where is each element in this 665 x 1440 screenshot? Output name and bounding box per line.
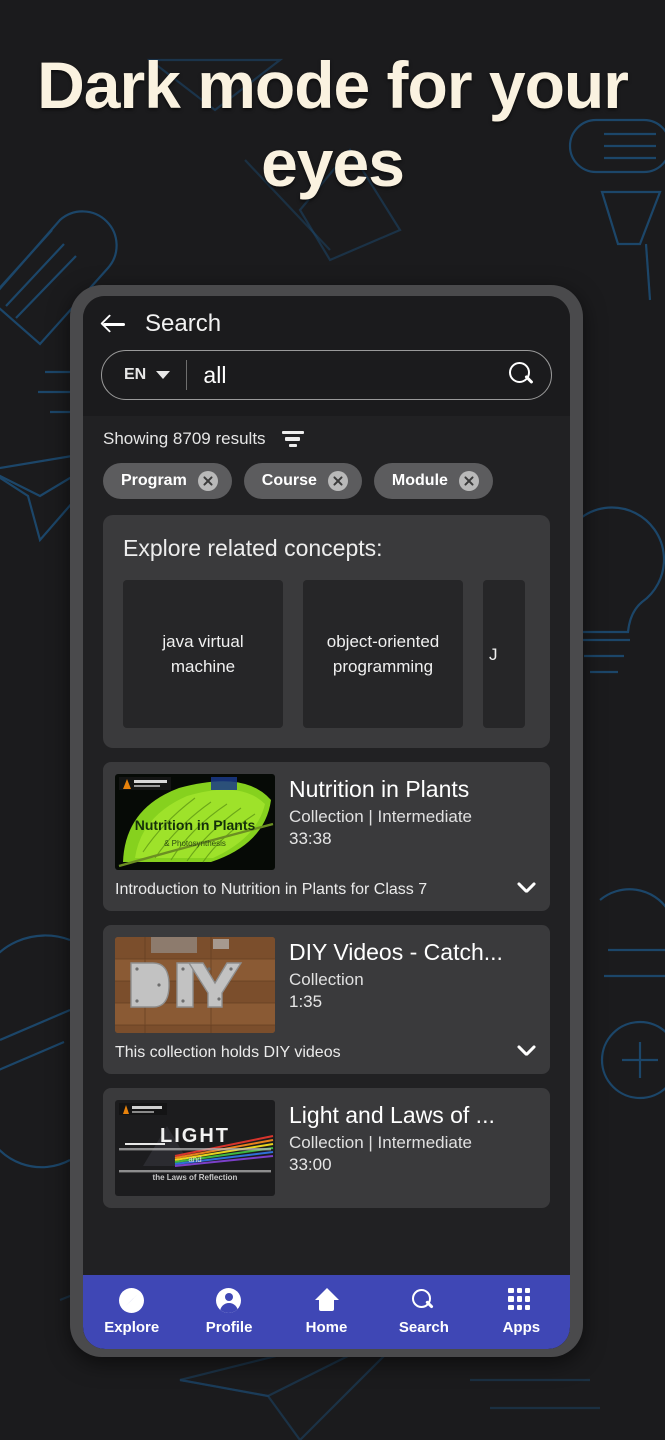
nav-label: Apps bbox=[502, 1319, 541, 1336]
result-duration: 33:00 bbox=[289, 1155, 332, 1174]
related-concepts-panel: Explore related concepts: java virtual m… bbox=[103, 515, 550, 748]
screen-title: Search bbox=[145, 310, 222, 337]
result-subtitle: Collection | Intermediate bbox=[289, 1133, 473, 1152]
app-header: Search EN bbox=[83, 296, 570, 416]
page-title: Dark mode for your eyes bbox=[37, 48, 629, 200]
nav-item-apps[interactable]: Apps bbox=[473, 1288, 570, 1336]
filter-chip-program[interactable]: Program bbox=[103, 463, 232, 499]
svg-text:Nutrition in Plants: Nutrition in Plants bbox=[135, 817, 256, 833]
language-label: EN bbox=[124, 366, 147, 383]
bottom-navigation-bar: Explore Profile Home Search Apps bbox=[83, 1275, 570, 1349]
result-title: DIY Videos - Catch... bbox=[289, 939, 503, 965]
person-icon bbox=[216, 1288, 242, 1314]
result-description: Introduction to Nutrition in Plants for … bbox=[115, 881, 428, 898]
phone-screen: Search EN Showing 8709 results bbox=[83, 296, 570, 1349]
language-selector[interactable]: EN bbox=[102, 351, 186, 399]
result-title: Nutrition in Plants bbox=[289, 776, 470, 802]
chip-label: Program bbox=[121, 472, 187, 489]
svg-text:and: and bbox=[188, 1155, 201, 1164]
concept-tile[interactable]: java virtual machine bbox=[123, 580, 283, 728]
chip-label: Course bbox=[261, 472, 317, 489]
result-subtitle: Collection | Intermediate bbox=[289, 807, 473, 826]
nav-label: Search bbox=[398, 1319, 449, 1336]
chevron-down-icon bbox=[156, 371, 171, 379]
close-circle-icon[interactable] bbox=[197, 471, 218, 491]
diy-metal-letters-wood-thumbnail bbox=[115, 937, 275, 1033]
result-description: This collection holds DIY videos bbox=[115, 1044, 341, 1061]
close-circle-icon[interactable] bbox=[458, 471, 479, 491]
close-circle-icon[interactable] bbox=[327, 471, 348, 491]
result-subtitle: Collection bbox=[289, 970, 364, 989]
nav-item-profile[interactable]: Profile bbox=[180, 1288, 277, 1336]
search-icon[interactable] bbox=[509, 362, 535, 388]
back-arrow-icon[interactable] bbox=[101, 313, 127, 335]
svg-text:the Laws of Reflection: the Laws of Reflection bbox=[153, 1173, 238, 1182]
nav-label: Profile bbox=[205, 1319, 253, 1336]
filter-chip-module[interactable]: Module bbox=[373, 463, 493, 499]
result-card[interactable]: DIY Videos - Catch... Collection 1:35 Th… bbox=[103, 925, 550, 1074]
filter-icon[interactable] bbox=[281, 431, 304, 447]
filter-chip-list: Program Course Module bbox=[83, 449, 570, 499]
results-meta-row: Showing 8709 results bbox=[83, 416, 570, 449]
svg-text:& Photosynthesis: & Photosynthesis bbox=[164, 839, 226, 848]
filter-chip-course[interactable]: Course bbox=[243, 463, 362, 499]
search-bar[interactable]: EN bbox=[101, 350, 552, 400]
nav-label: Explore bbox=[104, 1319, 160, 1336]
light-prism-rainbow-thumbnail: LIGHT and the Laws of Reflection bbox=[115, 1100, 275, 1196]
concept-tile[interactable]: object-oriented programming bbox=[303, 580, 463, 728]
nav-item-explore[interactable]: Explore bbox=[83, 1288, 180, 1336]
result-card[interactable]: LIGHT and the Laws of Reflection Light a… bbox=[103, 1088, 550, 1208]
phone-mockup-frame: Search EN Showing 8709 results bbox=[70, 285, 583, 1357]
compass-icon bbox=[118, 1288, 145, 1314]
grid-apps-icon bbox=[508, 1288, 534, 1314]
nutrition-in-plants-leaf-thumbnail: Nutrition in Plants & Photosynthesis bbox=[115, 774, 275, 870]
nav-item-home[interactable]: Home bbox=[278, 1288, 375, 1336]
results-scroll-area[interactable]: Showing 8709 results Program Course Modu… bbox=[83, 416, 570, 1349]
results-count-label: Showing 8709 results bbox=[103, 429, 266, 448]
chevron-down-icon[interactable] bbox=[516, 1047, 538, 1060]
result-card[interactable]: Nutrition in Plants & Photosynthesis Nut… bbox=[103, 762, 550, 911]
concept-tile[interactable]: J bbox=[483, 580, 525, 728]
chip-label: Module bbox=[391, 472, 448, 489]
svg-text:LIGHT: LIGHT bbox=[160, 1125, 230, 1147]
chevron-down-icon[interactable] bbox=[516, 884, 538, 897]
result-duration: 1:35 bbox=[289, 992, 323, 1011]
search-input[interactable] bbox=[187, 361, 509, 389]
nav-label: Home bbox=[305, 1319, 348, 1336]
search-icon bbox=[411, 1288, 437, 1314]
result-title: Light and Laws of ... bbox=[289, 1102, 495, 1128]
result-duration: 33:38 bbox=[289, 829, 332, 848]
nav-item-search[interactable]: Search bbox=[375, 1288, 472, 1336]
related-concepts-title: Explore related concepts: bbox=[123, 535, 383, 561]
concept-tile-list[interactable]: java virtual machine object-oriented pro… bbox=[123, 580, 550, 728]
home-icon bbox=[314, 1288, 340, 1314]
